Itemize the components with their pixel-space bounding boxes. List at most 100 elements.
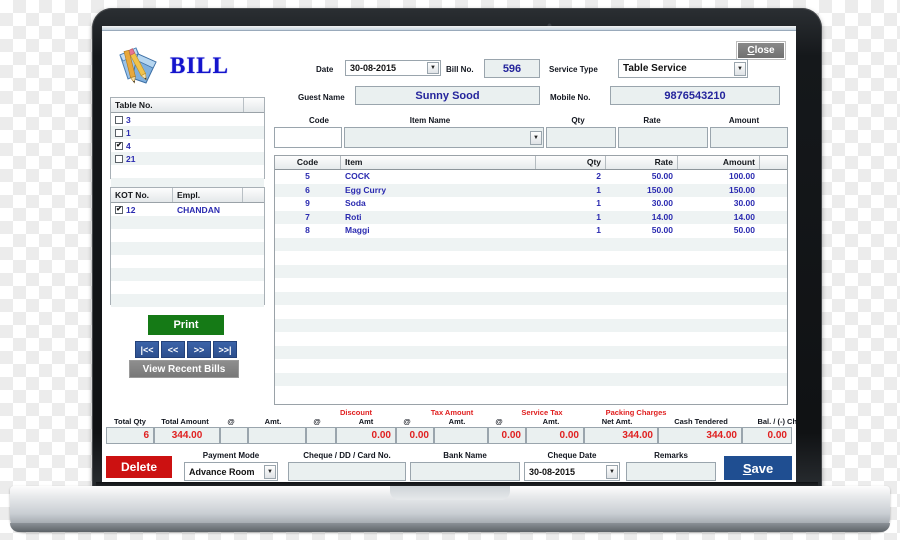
print-button[interactable]: Print	[148, 315, 224, 335]
net-amt-value[interactable]: 344.00	[584, 427, 658, 444]
grid-col-code: Code	[275, 156, 341, 169]
table-row[interactable]	[275, 264, 787, 278]
cash-tendered-value[interactable]: 344.00	[658, 427, 742, 444]
chevron-down-icon[interactable]: ▼	[427, 62, 439, 74]
payment-mode-select[interactable]: Advance Room ▼	[184, 462, 278, 481]
entry-rate-input[interactable]	[618, 127, 708, 148]
service-type-value: Table Service	[623, 63, 687, 74]
mobile-no-input[interactable]: 9876543210	[610, 86, 780, 105]
kot-row[interactable]	[111, 216, 264, 229]
row-checkbox[interactable]	[115, 154, 123, 163]
tax-amt-value[interactable]: 0.00	[336, 427, 396, 444]
table-row[interactable]	[275, 251, 787, 265]
table-row[interactable]: 6 Egg Curry 1 150.00 150.00	[275, 183, 787, 197]
bill-no-field[interactable]: 596	[484, 59, 540, 78]
chevron-down-icon[interactable]: ▼	[530, 131, 542, 145]
row-checkbox[interactable]	[115, 115, 123, 124]
cheque-date-value: 30-08-2015	[529, 466, 576, 477]
kot-row[interactable]	[111, 255, 264, 268]
kot-row[interactable]	[111, 229, 264, 242]
cell-code: 5	[305, 171, 310, 181]
total-qty-value[interactable]: 6	[106, 427, 154, 444]
entry-item-name-select[interactable]: ▼	[344, 127, 544, 148]
total-amount-value[interactable]: 344.00	[154, 427, 220, 444]
cell-qty	[536, 386, 606, 400]
cheque-date-input[interactable]: 30-08-2015 ▼	[524, 462, 620, 481]
table-row[interactable]: 8 Maggi 1 50.00 50.00	[275, 224, 787, 238]
total-qty-label: Total Qty	[114, 417, 146, 426]
table-row[interactable]: 7 Roti 1 14.00 14.00	[275, 210, 787, 225]
entry-item-name-label: Item Name	[409, 116, 451, 125]
nav-last-button[interactable]: >>|	[213, 341, 237, 358]
laptop-base-notch	[390, 486, 510, 500]
row-checkbox[interactable]: ✔	[115, 205, 123, 214]
chevron-down-icon[interactable]: ▼	[264, 465, 276, 479]
kot-row[interactable]	[111, 294, 264, 307]
cell-item	[341, 278, 536, 292]
cell-spacer	[760, 211, 787, 225]
table-row[interactable]	[275, 318, 787, 332]
nav-prev-button[interactable]: <<	[161, 341, 185, 358]
table-row[interactable]	[275, 305, 787, 319]
table-no-listbox[interactable]: Table No. 3 1 ✔ 4 21	[110, 97, 265, 191]
service-type-select[interactable]: Table Service ▼	[618, 59, 748, 78]
discount-at-value[interactable]	[220, 427, 248, 444]
nav-first-button[interactable]: |<<	[135, 341, 159, 358]
table-no-row[interactable]: ✔ 4	[111, 139, 264, 152]
payment-mode-label: Payment Mode	[202, 451, 260, 460]
table-row[interactable]	[275, 386, 787, 400]
table-row[interactable]	[275, 359, 787, 373]
table-row[interactable]: 9 Soda 1 30.00 30.00	[275, 197, 787, 211]
cell-amount: 14.00	[733, 211, 755, 222]
table-row[interactable]	[275, 237, 787, 251]
tax-at-value[interactable]	[306, 427, 336, 444]
net-amt-label: Net Amt.	[601, 417, 633, 426]
items-grid[interactable]: Code Item Qty Rate Amount 5 COCK 2 50.00 100…	[274, 155, 788, 405]
chevron-down-icon[interactable]: ▼	[606, 465, 618, 479]
date-input[interactable]: 30-08-2015 ▼	[345, 60, 441, 76]
row-checkbox[interactable]: ✔	[115, 141, 123, 150]
table-row[interactable]	[275, 372, 787, 386]
cell-spacer	[760, 197, 787, 211]
balance-change-value[interactable]: 0.00	[742, 427, 792, 444]
view-recent-bills-button[interactable]: View Recent Bills	[129, 360, 239, 378]
table-no-row[interactable]	[111, 165, 264, 178]
table-row[interactable]	[275, 345, 787, 359]
discount-amt-value[interactable]	[248, 427, 306, 444]
table-no-row[interactable]: 3	[111, 113, 264, 126]
discount-at-label: @	[227, 417, 235, 426]
cell-code	[275, 386, 341, 400]
remarks-input[interactable]	[626, 462, 716, 481]
table-row[interactable]	[275, 332, 787, 346]
table-no-row[interactable]: 21	[111, 152, 264, 165]
kot-listbox[interactable]: KOT No. Empl. ✔ 12 CHANDAN	[110, 187, 265, 307]
table-row[interactable]	[275, 291, 787, 305]
cell-rate: 50.00	[651, 225, 673, 235]
table-no-row[interactable]: 1	[111, 126, 264, 139]
table-row[interactable]: 5 COCK 2 50.00 100.00	[275, 170, 787, 184]
guest-name-input[interactable]: Sunny Sood	[355, 86, 540, 105]
service-tax-at-value[interactable]: 0.00	[396, 427, 434, 444]
entry-amount-input[interactable]	[710, 127, 788, 148]
save-button[interactable]: Save	[724, 456, 792, 480]
row-checkbox[interactable]	[115, 128, 123, 137]
chevron-down-icon[interactable]: ▼	[734, 62, 746, 76]
nav-next-button[interactable]: >>	[187, 341, 211, 358]
packing-at-value[interactable]: 0.00	[488, 427, 526, 444]
delete-button[interactable]: Delete	[106, 456, 172, 478]
entry-qty-input[interactable]	[546, 127, 616, 148]
kot-row[interactable]	[111, 268, 264, 281]
service-tax-amt-value[interactable]	[434, 427, 488, 444]
kot-empl-value: CHANDAN	[177, 204, 220, 215]
close-button[interactable]: Close	[736, 41, 786, 60]
table-no-list-header: Table No.	[111, 98, 264, 113]
cell-qty: 1	[596, 211, 601, 222]
cheque-no-input[interactable]	[288, 462, 406, 481]
kot-row[interactable]: ✔ 12 CHANDAN	[111, 203, 264, 216]
packing-amt-value[interactable]: 0.00	[526, 427, 584, 444]
bank-name-input[interactable]	[410, 462, 520, 481]
table-row[interactable]	[275, 278, 787, 292]
kot-row[interactable]	[111, 281, 264, 294]
kot-row[interactable]	[111, 242, 264, 255]
entry-code-input[interactable]	[274, 127, 342, 148]
